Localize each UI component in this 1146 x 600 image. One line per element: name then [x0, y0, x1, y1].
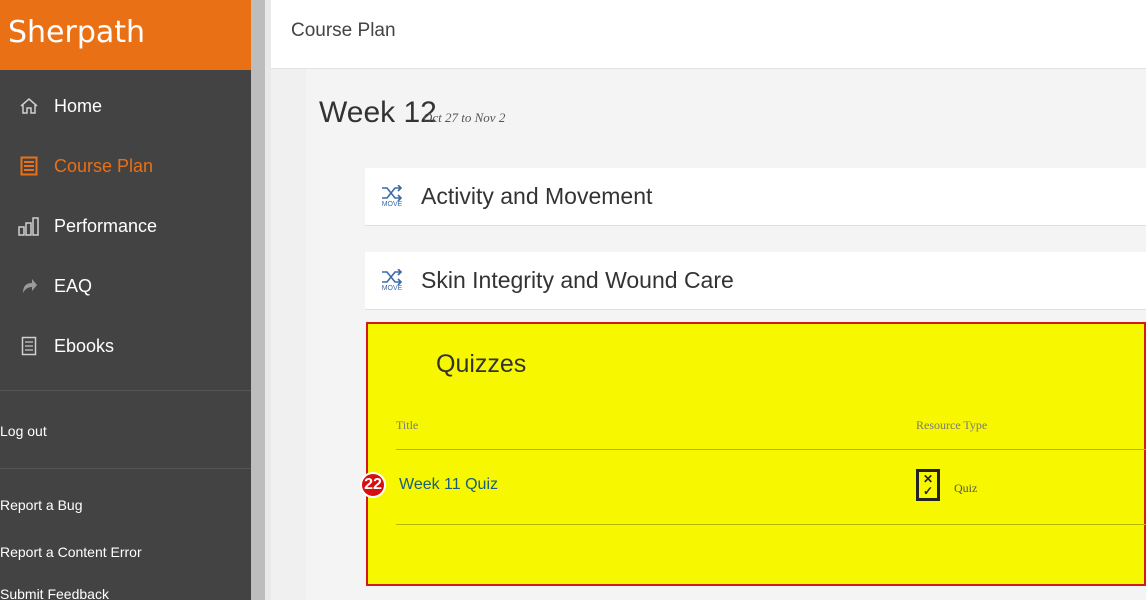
sidebar-divider	[0, 468, 251, 469]
sidebar-item-eaq[interactable]: EAQ	[0, 266, 251, 306]
quizzes-heading: Quizzes	[436, 350, 527, 378]
module-skin-integrity[interactable]: MOVE Skin Integrity and Wound Care	[365, 252, 1146, 310]
table-divider	[396, 449, 1146, 450]
shuffle-icon: MOVE	[379, 182, 405, 212]
report-content-error-link[interactable]: Report a Content Error	[0, 544, 142, 560]
week-dates: Oct 27 to Nov 2	[423, 110, 506, 125]
submit-feedback-link[interactable]: Submit Feedback	[0, 586, 109, 600]
sidebar-item-label: Ebooks	[54, 335, 115, 356]
shuffle-icon: MOVE	[379, 266, 405, 296]
sidebar-item-label: Home	[54, 95, 103, 116]
module-activity-and-movement[interactable]: MOVE Activity and Movement	[365, 168, 1146, 226]
sidebar-divider	[0, 390, 251, 391]
table-divider	[396, 524, 1146, 525]
quiz-title-link[interactable]: Week 11 Quiz	[399, 476, 498, 494]
week-title: Week 12	[319, 96, 437, 129]
step-badge: 22	[360, 472, 386, 498]
sidebar-item-ebooks[interactable]: Ebooks	[0, 326, 251, 366]
book-icon	[18, 335, 40, 357]
sidebar-item-home[interactable]: Home	[0, 86, 251, 126]
sidebar: Sherpath Home Course Plan Performance EA…	[0, 0, 251, 600]
list-icon	[18, 155, 40, 177]
column-header-title: Title	[396, 418, 419, 432]
home-icon	[18, 95, 40, 117]
quiz-icon: ✕ ✓	[916, 469, 940, 501]
module-label: Activity and Movement	[421, 183, 653, 209]
sidebar-item-label: Course Plan	[54, 155, 154, 176]
logout-link[interactable]: Log out	[0, 423, 47, 439]
sidebar-scrollbar[interactable]	[251, 0, 265, 600]
arrow-icon	[18, 275, 40, 297]
sidebar-item-course-plan[interactable]: Course Plan	[0, 146, 251, 186]
module-label: Skin Integrity and Wound Care	[421, 267, 734, 293]
page-title: Course Plan	[291, 20, 396, 41]
bar-chart-icon	[18, 215, 40, 237]
brand-logo[interactable]: Sherpath	[0, 0, 251, 70]
report-bug-link[interactable]: Report a Bug	[0, 497, 83, 513]
header-bar: Course Plan	[271, 0, 1146, 69]
module-icon-caption: MOVE	[381, 200, 403, 208]
quizzes-section: Quizzes Title Resource Type 22 Week 11 Q…	[360, 322, 1146, 586]
module-icon-caption: MOVE	[381, 284, 403, 292]
column-header-resource-type: Resource Type	[916, 418, 988, 432]
sidebar-item-label: EAQ	[54, 275, 93, 296]
quiz-resource-type: Quiz	[954, 481, 978, 495]
sidebar-item-label: Performance	[54, 215, 158, 236]
sidebar-item-performance[interactable]: Performance	[0, 206, 251, 246]
